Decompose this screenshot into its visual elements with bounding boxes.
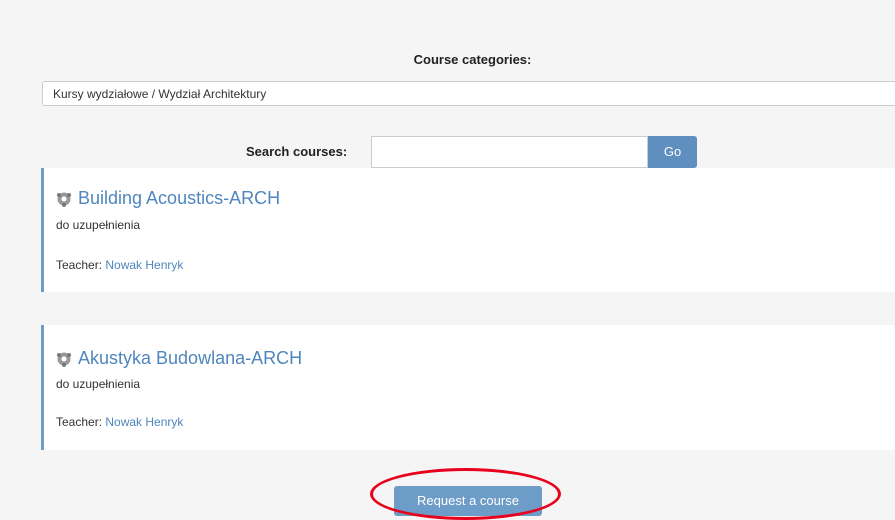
teacher-link[interactable]: Nowak Henryk (105, 258, 183, 272)
teacher-label: Teacher: (56, 415, 103, 429)
course-description: do uzupełnienia (56, 377, 141, 391)
course-teacher: Teacher: Nowak Henryk (56, 415, 183, 429)
course-title[interactable]: Akustyka Budowlana-ARCH (78, 348, 302, 369)
teacher-label: Teacher: (56, 258, 103, 272)
course-categories-label: Course categories: (413, 52, 532, 67)
teacher-link[interactable]: Nowak Henryk (105, 415, 183, 429)
search-label: Search courses: (246, 144, 348, 159)
request-course-button[interactable]: Request a course (394, 486, 542, 516)
course-teacher: Teacher: Nowak Henryk (56, 258, 183, 272)
course-title[interactable]: Building Acoustics-ARCH (78, 188, 280, 209)
course-description: do uzupełnienia (56, 218, 141, 232)
search-input[interactable] (371, 136, 648, 168)
course-icon (57, 352, 71, 367)
course-card: Building Acoustics-ARCH do uzupełnienia … (41, 168, 895, 292)
course-icon (57, 192, 71, 207)
course-title-link[interactable]: Akustyka Budowlana-ARCH (56, 348, 302, 369)
go-button[interactable]: Go (648, 136, 697, 168)
course-card: Akustyka Budowlana-ARCH do uzupełnienia … (41, 325, 895, 450)
course-title-link[interactable]: Building Acoustics-ARCH (56, 188, 280, 209)
category-select[interactable]: Kursy wydziałowe / Wydział Architektury (42, 81, 895, 106)
